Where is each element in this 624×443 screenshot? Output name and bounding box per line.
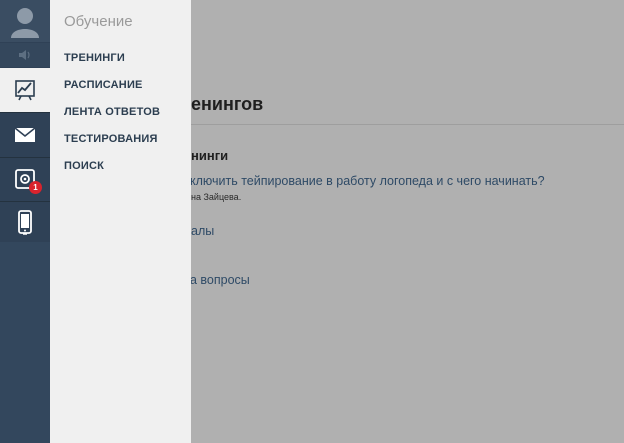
- rail-item-mobile[interactable]: [0, 201, 50, 246]
- avatar-icon: [11, 8, 39, 38]
- phone-icon: [18, 210, 32, 235]
- flyout-menu-list: ТРЕНИНГИ РАСПИСАНИЕ ЛЕНТА ОТВЕТОВ ТЕСТИР…: [64, 52, 160, 187]
- icon-rail: 1: [0, 0, 50, 443]
- rail-item-messages[interactable]: [0, 113, 50, 158]
- menu-item-search[interactable]: ПОИСК: [64, 160, 160, 187]
- questions-link[interactable]: а вопросы: [191, 273, 250, 287]
- flyout-title: Обучение: [64, 13, 133, 30]
- menu-item-tests[interactable]: ТЕСТИРОВАНИЯ: [64, 133, 160, 160]
- avatar[interactable]: [0, 0, 50, 42]
- learning-flyout-menu: Обучение ТРЕНИНГИ РАСПИСАНИЕ ЛЕНТА ОТВЕТ…: [50, 0, 191, 443]
- menu-item-schedule[interactable]: РАСПИСАНИЕ: [64, 79, 160, 106]
- training-link[interactable]: ключить тейпирование в работу логопеда и…: [191, 174, 545, 188]
- materials-link[interactable]: алы: [191, 224, 214, 238]
- training-author: на Зайцева.: [191, 192, 242, 202]
- sound-toggle[interactable]: [0, 43, 50, 67]
- menu-item-answers-feed[interactable]: ЛЕНТА ОТВЕТОВ: [64, 106, 160, 133]
- rail-empty-area: [0, 242, 50, 443]
- rail-item-training[interactable]: [0, 68, 50, 113]
- chart-icon: [15, 80, 35, 101]
- speaker-icon: [19, 50, 30, 60]
- main-content-dimmed: енингов нинги ключить тейпирование в раб…: [191, 0, 624, 443]
- mail-icon: [14, 127, 36, 142]
- menu-item-trainings[interactable]: ТРЕНИНГИ: [64, 52, 160, 79]
- notification-badge: 1: [29, 181, 42, 194]
- rail-item-store[interactable]: 1: [0, 157, 50, 202]
- section-heading: нинги: [191, 148, 229, 163]
- page-heading: енингов: [191, 94, 264, 114]
- heading-divider: [191, 124, 624, 125]
